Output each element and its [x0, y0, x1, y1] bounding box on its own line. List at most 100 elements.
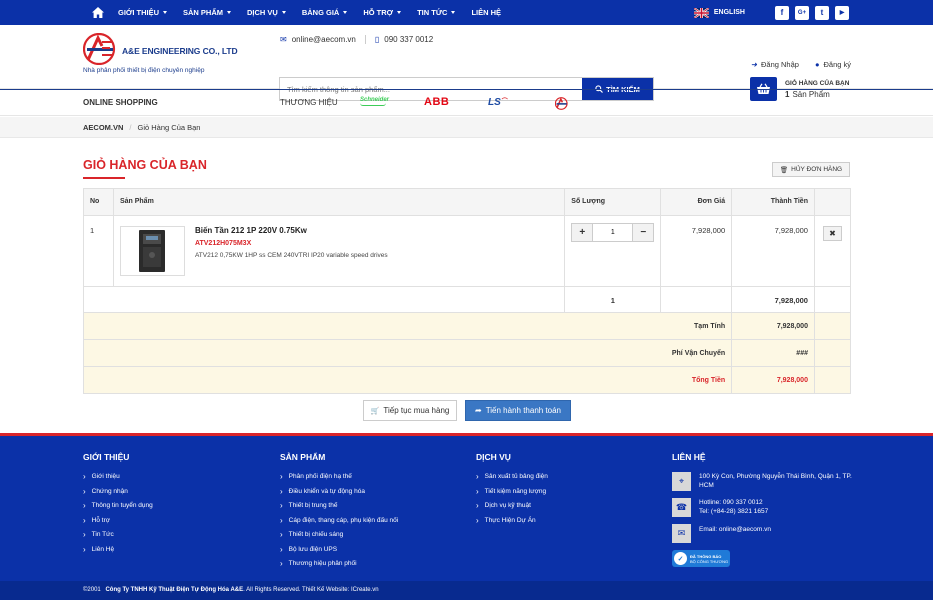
grand-total-label: Tổng Tiền: [82, 366, 733, 394]
increase-quantity-button[interactable]: +: [572, 224, 593, 241]
breadcrumb: AECOM.VN / Giỏ Hàng Của Bạn: [0, 117, 933, 138]
column-header: Sản Phẩm: [112, 188, 566, 216]
checkout-button[interactable]: ➦ Tiến hành thanh toán: [465, 400, 571, 421]
top-right-tools: ENGLISH f G+ t ▶: [693, 0, 849, 25]
footer-link[interactable]: Thương hiệu phân phối: [280, 559, 398, 568]
item-product-cell: Biến Tần 212 1P 220V 0.75Kw ATV212H075M3…: [112, 215, 566, 287]
footer-link[interactable]: Điều khiển và tự động hóa: [280, 487, 398, 496]
item-quantity-cell: + −: [564, 215, 662, 287]
grand-total-row: Tổng Tiền 7,928,000: [82, 366, 852, 394]
copyright-suffix: . All Rights Reserved. Thiết Kế Website:…: [243, 587, 379, 593]
login-link[interactable]: ➜ Đăng Nhập: [751, 60, 799, 69]
decrease-quantity-button[interactable]: −: [633, 224, 654, 241]
footer-link[interactable]: Thực Hiện Dự Án: [476, 516, 548, 525]
site-logo[interactable]: A&E ENGINEERING CO., LTD Nhà phân phối t…: [83, 33, 238, 74]
footer-link[interactable]: Giới thiệu: [83, 472, 153, 481]
product-image[interactable]: [119, 226, 185, 276]
phone-icon: ☎: [672, 498, 691, 517]
nav-item-contact[interactable]: LIÊN HỆ: [471, 8, 501, 17]
close-icon: ✖: [829, 229, 836, 238]
footer-tel[interactable]: Tel: (+84-28) 3821 1657: [699, 507, 768, 516]
envelope-icon: ✉: [280, 35, 287, 44]
brand-ae-logo[interactable]: [555, 96, 569, 110]
uk-flag-icon[interactable]: [693, 7, 709, 18]
subtotal-row: Tạm Tính 7,928,000: [82, 312, 852, 340]
product-name[interactable]: Biến Tần 212 1P 220V 0.75Kw: [120, 226, 558, 235]
nav-item-about[interactable]: GIỚI THIỆU: [118, 8, 167, 17]
footer-heading: GIỚI THIỆU: [83, 452, 130, 462]
footer-link[interactable]: Tiết kiệm năng lượng: [476, 487, 548, 496]
header-email[interactable]: online@aecom.vn: [292, 35, 356, 44]
main-menu: GIỚI THIỆU SẢN PHẨM DỊCH VỤ BẢNG GIÁ HỖ …: [118, 8, 517, 17]
youtube-icon[interactable]: ▶: [835, 5, 849, 20]
cart-title: GIỎ HÀNG CỦA BẠN: [785, 79, 850, 87]
footer-link[interactable]: Chứng nhận: [83, 487, 153, 496]
continue-shopping-button[interactable]: 🛒 Tiếp tục mua hàng: [363, 400, 457, 421]
brand-ls-logo[interactable]: LS ⌒: [488, 96, 508, 108]
breadcrumb-home[interactable]: AECOM.VN: [83, 123, 123, 132]
item-number: 1: [83, 215, 114, 287]
trash-icon: 🗑: [779, 166, 789, 174]
footer-link[interactable]: Dịch vụ kỹ thuật: [476, 501, 548, 510]
language-switch[interactable]: ENGLISH: [714, 9, 745, 16]
caret-down-icon: [343, 11, 348, 14]
footer-link[interactable]: Thiết bị trung thế: [280, 501, 398, 510]
page-title: GIỎ HÀNG CỦA BẠN: [83, 158, 207, 172]
home-icon[interactable]: [92, 7, 104, 18]
footer-link[interactable]: Phân phối điện hạ thế: [280, 472, 398, 481]
cancel-order-button[interactable]: 🗑 HỦY ĐƠN HÀNG: [772, 162, 850, 177]
table-row: 1 Biến Tần 212 1P 220V 0.75Kw ATV212H075…: [83, 215, 852, 287]
quantity-stepper: + −: [571, 223, 655, 242]
shopping-cart-icon: 🛒: [370, 407, 380, 415]
map-marker-icon: ⌖: [672, 472, 691, 491]
ministry-notified-badge[interactable]: ✓ ĐÃ THÔNG BÁO BỘ CÔNG THƯƠNG: [672, 550, 730, 567]
cart-table: No Sản Phẩm Số Lượng Đơn Giá Thành Tiền …: [82, 188, 852, 394]
header-phone[interactable]: 090 337 0012: [384, 35, 433, 44]
table-header-row: No Sản Phẩm Số Lượng Đơn Giá Thành Tiền: [83, 188, 852, 216]
check-icon: ✓: [674, 552, 687, 565]
brand-abb-logo[interactable]: ABB: [424, 96, 449, 108]
header-contact: ✉ online@aecom.vn ▯ 090 337 0012: [280, 35, 433, 44]
footer-hotline[interactable]: Hotline: 090 337 0012: [699, 498, 768, 507]
caret-down-icon: [227, 11, 231, 14]
column-header: Thành Tiền: [731, 188, 815, 216]
footer-about: GIỚI THIỆU Giới thiệu Chứng nhận Thông t…: [83, 452, 153, 559]
footer-link[interactable]: Tin Tức: [83, 530, 153, 539]
footer-services: DỊCH VỤ Sản xuất tủ bảng điện Tiết kiệm …: [476, 452, 548, 530]
twitter-icon[interactable]: t: [815, 5, 829, 20]
auth-links: ➜ Đăng Nhập ● Đăng ký: [751, 60, 851, 69]
shipping-value: ###: [731, 339, 815, 367]
sum-total: 7,928,000: [731, 286, 815, 313]
nav-item-pricelist[interactable]: BẢNG GIÁ: [302, 8, 348, 17]
facebook-icon[interactable]: f: [775, 5, 789, 20]
footer-link[interactable]: Cáp điện, thang cáp, phụ kiện đấu nối: [280, 516, 399, 525]
caret-down-icon: [397, 11, 402, 14]
caret-down-icon: [451, 11, 456, 14]
logo-tagline: Nhà phân phối thiết bị điện chuyên nghiệ…: [83, 67, 205, 74]
footer-link[interactable]: Bộ lưu điện UPS: [280, 545, 398, 554]
nav-item-services[interactable]: DỊCH VỤ: [247, 8, 286, 17]
register-link[interactable]: ● Đăng ký: [815, 60, 851, 69]
logo-company-name: A&E ENGINEERING CO., LTD: [122, 46, 238, 56]
item-total: 7,928,000: [731, 215, 815, 287]
nav-item-products[interactable]: SẢN PHẨM: [183, 8, 231, 17]
footer-link[interactable]: Thông tin tuyển dụng: [83, 501, 153, 510]
remove-item-button[interactable]: ✖: [822, 226, 842, 241]
site-header: A&E ENGINEERING CO., LTD Nhà phân phối t…: [0, 25, 933, 101]
nav-item-support[interactable]: HỖ TRỢ: [363, 8, 402, 17]
nav-item-news[interactable]: TIN TỨC: [417, 8, 456, 17]
google-plus-icon[interactable]: G+: [795, 5, 809, 20]
title-underline: [83, 177, 125, 179]
online-shopping-label[interactable]: ONLINE SHOPPING: [83, 98, 158, 107]
brand-schneider-logo[interactable]: Schneider: [360, 97, 389, 109]
inverter-image: [139, 230, 166, 272]
footer-link[interactable]: Hỗ trợ: [83, 516, 153, 525]
column-header: Đơn Giá: [660, 188, 733, 216]
user-icon: ●: [814, 60, 820, 69]
footer-link[interactable]: Sản xuất tủ bảng điện: [476, 472, 548, 481]
footer-link[interactable]: Liên Hệ: [83, 545, 153, 554]
footer-link[interactable]: Thiết bị chiếu sáng: [280, 530, 398, 539]
footer-contact: LIÊN HỆ ⌖ 100 Kỳ Con, Phường Nguyễn Thái…: [672, 452, 852, 567]
ae-logo-icon: [83, 33, 116, 65]
quantity-input[interactable]: [592, 224, 634, 241]
